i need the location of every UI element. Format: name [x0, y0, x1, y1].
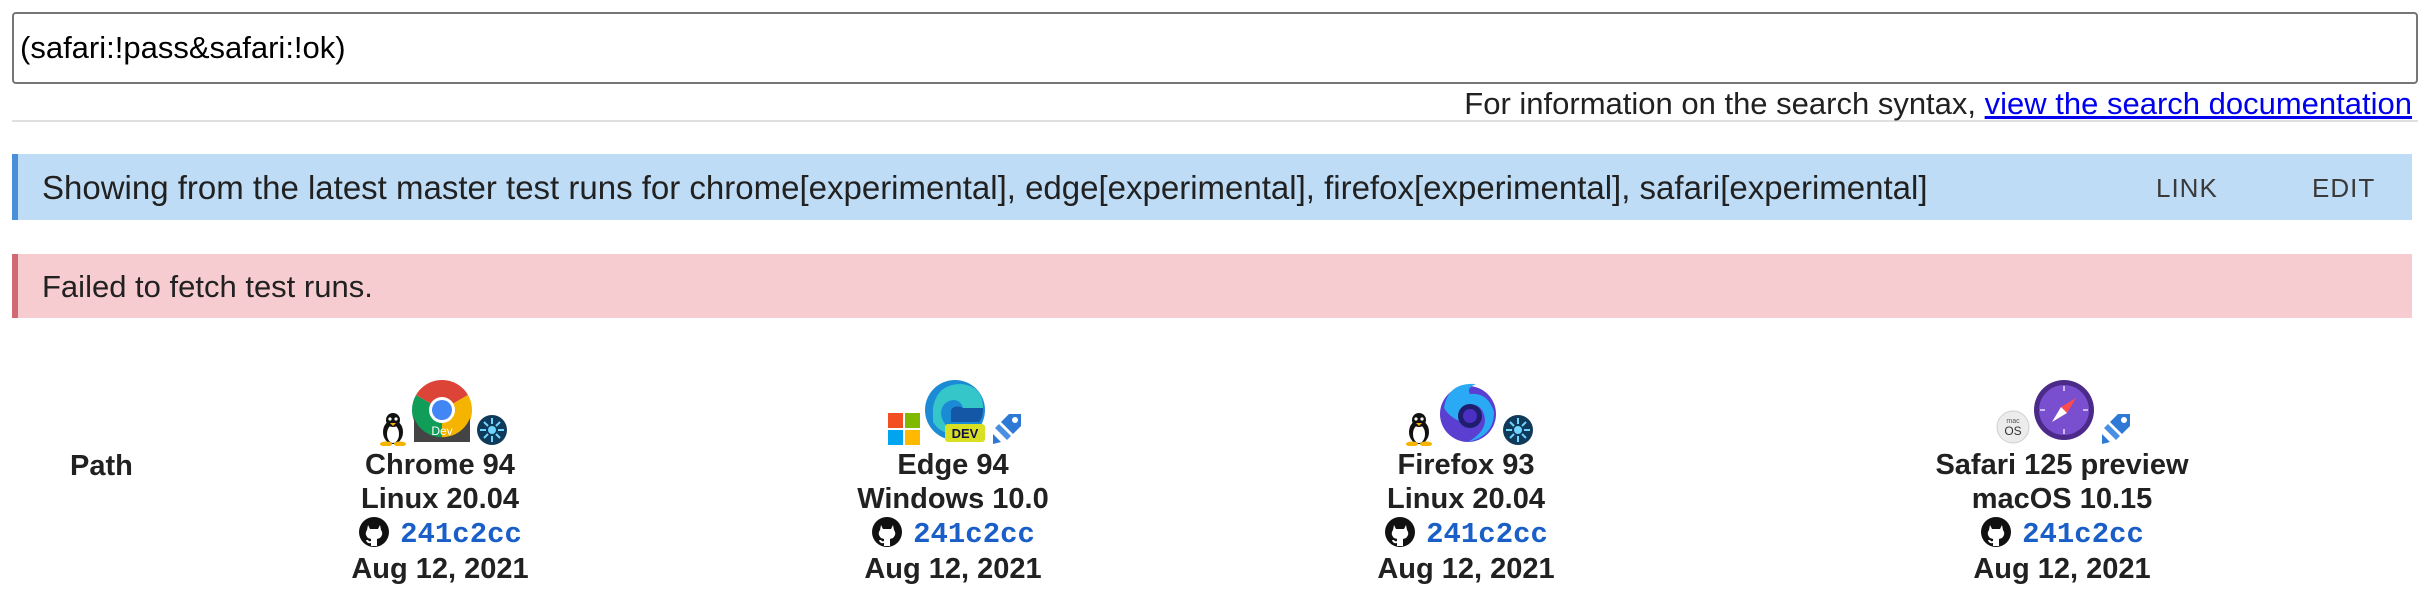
run-icons: DEV	[743, 378, 1163, 448]
info-banner: Showing from the latest master test runs…	[12, 154, 2412, 220]
os-version: macOS 10.15	[1971, 483, 2153, 515]
github-icon	[1385, 517, 1416, 547]
sha-line: 241c2cc	[1256, 516, 1676, 552]
path-column-header: Path	[70, 450, 133, 482]
search-input[interactable]	[12, 12, 2418, 84]
info-banner-text: Showing from the latest master test runs…	[42, 169, 1928, 206]
azure-icon	[1503, 415, 1533, 445]
os-version: Linux 20.04	[1387, 483, 1545, 515]
macos-icon: mac OS	[1996, 410, 2030, 444]
run-date: Aug 12, 2021	[1377, 553, 1555, 585]
chrome-dev-icon: Dev	[411, 380, 473, 442]
run-date: Aug 12, 2021	[864, 553, 1042, 585]
linux-icon	[380, 413, 406, 446]
run-icons	[1256, 378, 1676, 448]
dev-badge-text: Dev	[431, 424, 452, 438]
browser-version: Chrome 94	[365, 449, 515, 481]
search-documentation-link[interactable]: view the search documentation	[1985, 86, 2412, 121]
commit-sha-link[interactable]: 241c2cc	[913, 518, 1035, 551]
run-icons: mac OS	[1852, 378, 2272, 448]
error-banner-text: Failed to fetch test runs.	[42, 269, 373, 304]
test-run-header-safari: mac OS Safari 125 preview macOS 10.15 24…	[1852, 378, 2272, 586]
github-icon	[1981, 517, 2012, 547]
windows-icon	[888, 413, 920, 445]
commit-sha-link[interactable]: 241c2cc	[1426, 518, 1548, 551]
run-date: Aug 12, 2021	[1973, 553, 2151, 585]
safari-preview-icon	[2034, 380, 2094, 440]
browser-version: Firefox 93	[1397, 449, 1535, 481]
azure-pipelines-icon	[2102, 414, 2130, 444]
azure-pipelines-icon	[993, 414, 1021, 444]
browser-version: Edge 94	[897, 449, 1009, 481]
link-button[interactable]: LINK	[2156, 173, 2218, 204]
sha-line: 241c2cc	[743, 516, 1163, 552]
commit-sha-link[interactable]: 241c2cc	[2022, 518, 2144, 551]
linux-icon	[1406, 413, 1432, 446]
os-version: Windows 10.0	[857, 483, 1049, 515]
sha-line: 241c2cc	[230, 516, 650, 552]
browser-version: Safari 125 preview	[1935, 449, 2189, 481]
os-version: Linux 20.04	[361, 483, 519, 515]
edit-button[interactable]: EDIT	[2312, 173, 2375, 204]
run-date: Aug 12, 2021	[351, 553, 529, 585]
firefox-nightly-icon	[1440, 383, 1496, 442]
syntax-help: For information on the search syntax, vi…	[1464, 86, 2412, 122]
github-icon	[872, 517, 903, 547]
macos-badge-text: OS	[2004, 424, 2021, 438]
github-icon	[359, 517, 390, 547]
test-run-header-chrome: Dev Chrome 94 Linux 20.04 241c2cc Aug 12…	[230, 378, 650, 586]
dev-badge-text: DEV	[952, 426, 979, 441]
commit-sha-link[interactable]: 241c2cc	[400, 518, 522, 551]
azure-icon	[477, 415, 507, 445]
test-run-header-firefox: Firefox 93 Linux 20.04 241c2cc Aug 12, 2…	[1256, 378, 1676, 586]
run-icons: Dev	[230, 378, 650, 448]
test-run-header-edge: DEV Edge 94 Windows 10.0 241c2cc Aug 12,…	[743, 378, 1163, 586]
edge-dev-icon: DEV	[925, 380, 985, 442]
sha-line: 241c2cc	[1852, 516, 2272, 552]
error-banner: Failed to fetch test runs.	[12, 254, 2412, 318]
syntax-help-text: For information on the search syntax,	[1464, 86, 1985, 121]
